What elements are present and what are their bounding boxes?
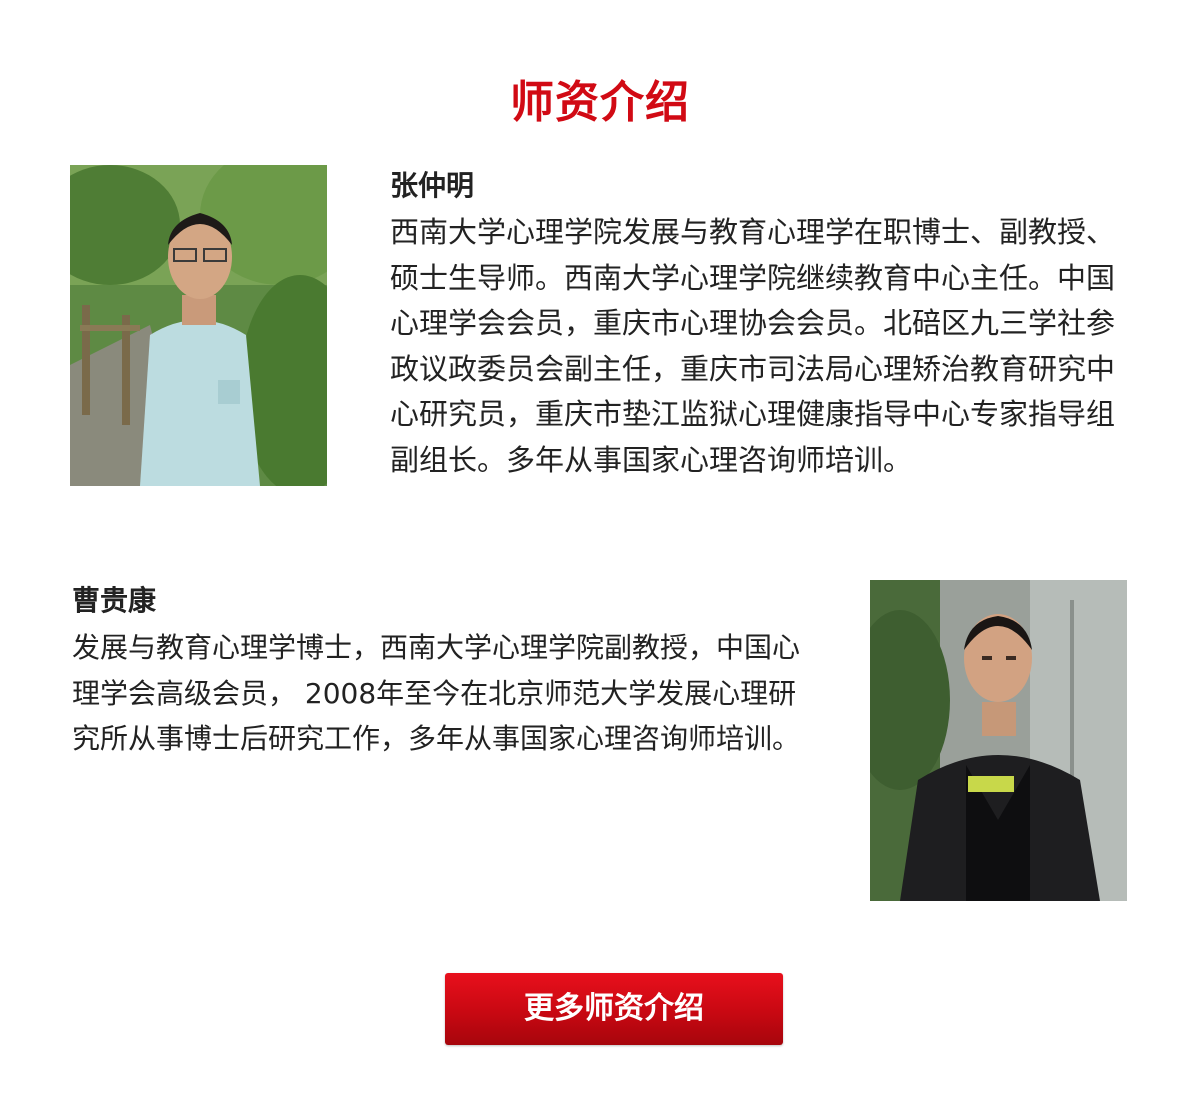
- teacher-photo-cao-image: [870, 580, 1127, 901]
- teacher-name-cao: 曹贵康: [72, 584, 157, 617]
- teacher-photo-cao: [870, 580, 1127, 901]
- teacher-bio-cao: 发展与教育心理学博士，西南大学心理学院副教授，中国心理学会高级会员， 2008年…: [72, 631, 801, 755]
- teacher-bio-zhang: 西南大学心理学院发展与教育心理学在职博士、副教授、硕士生导师。西南大学心理学院继…: [390, 215, 1116, 477]
- more-teachers-button[interactable]: 更多师资介绍: [445, 973, 783, 1045]
- teacher-photo-zhang: [70, 165, 327, 486]
- teacher-name-zhang: 张仲明: [390, 169, 475, 202]
- teacher-photo-zhang-image: [70, 165, 327, 486]
- section-title: 师资介绍: [510, 77, 690, 129]
